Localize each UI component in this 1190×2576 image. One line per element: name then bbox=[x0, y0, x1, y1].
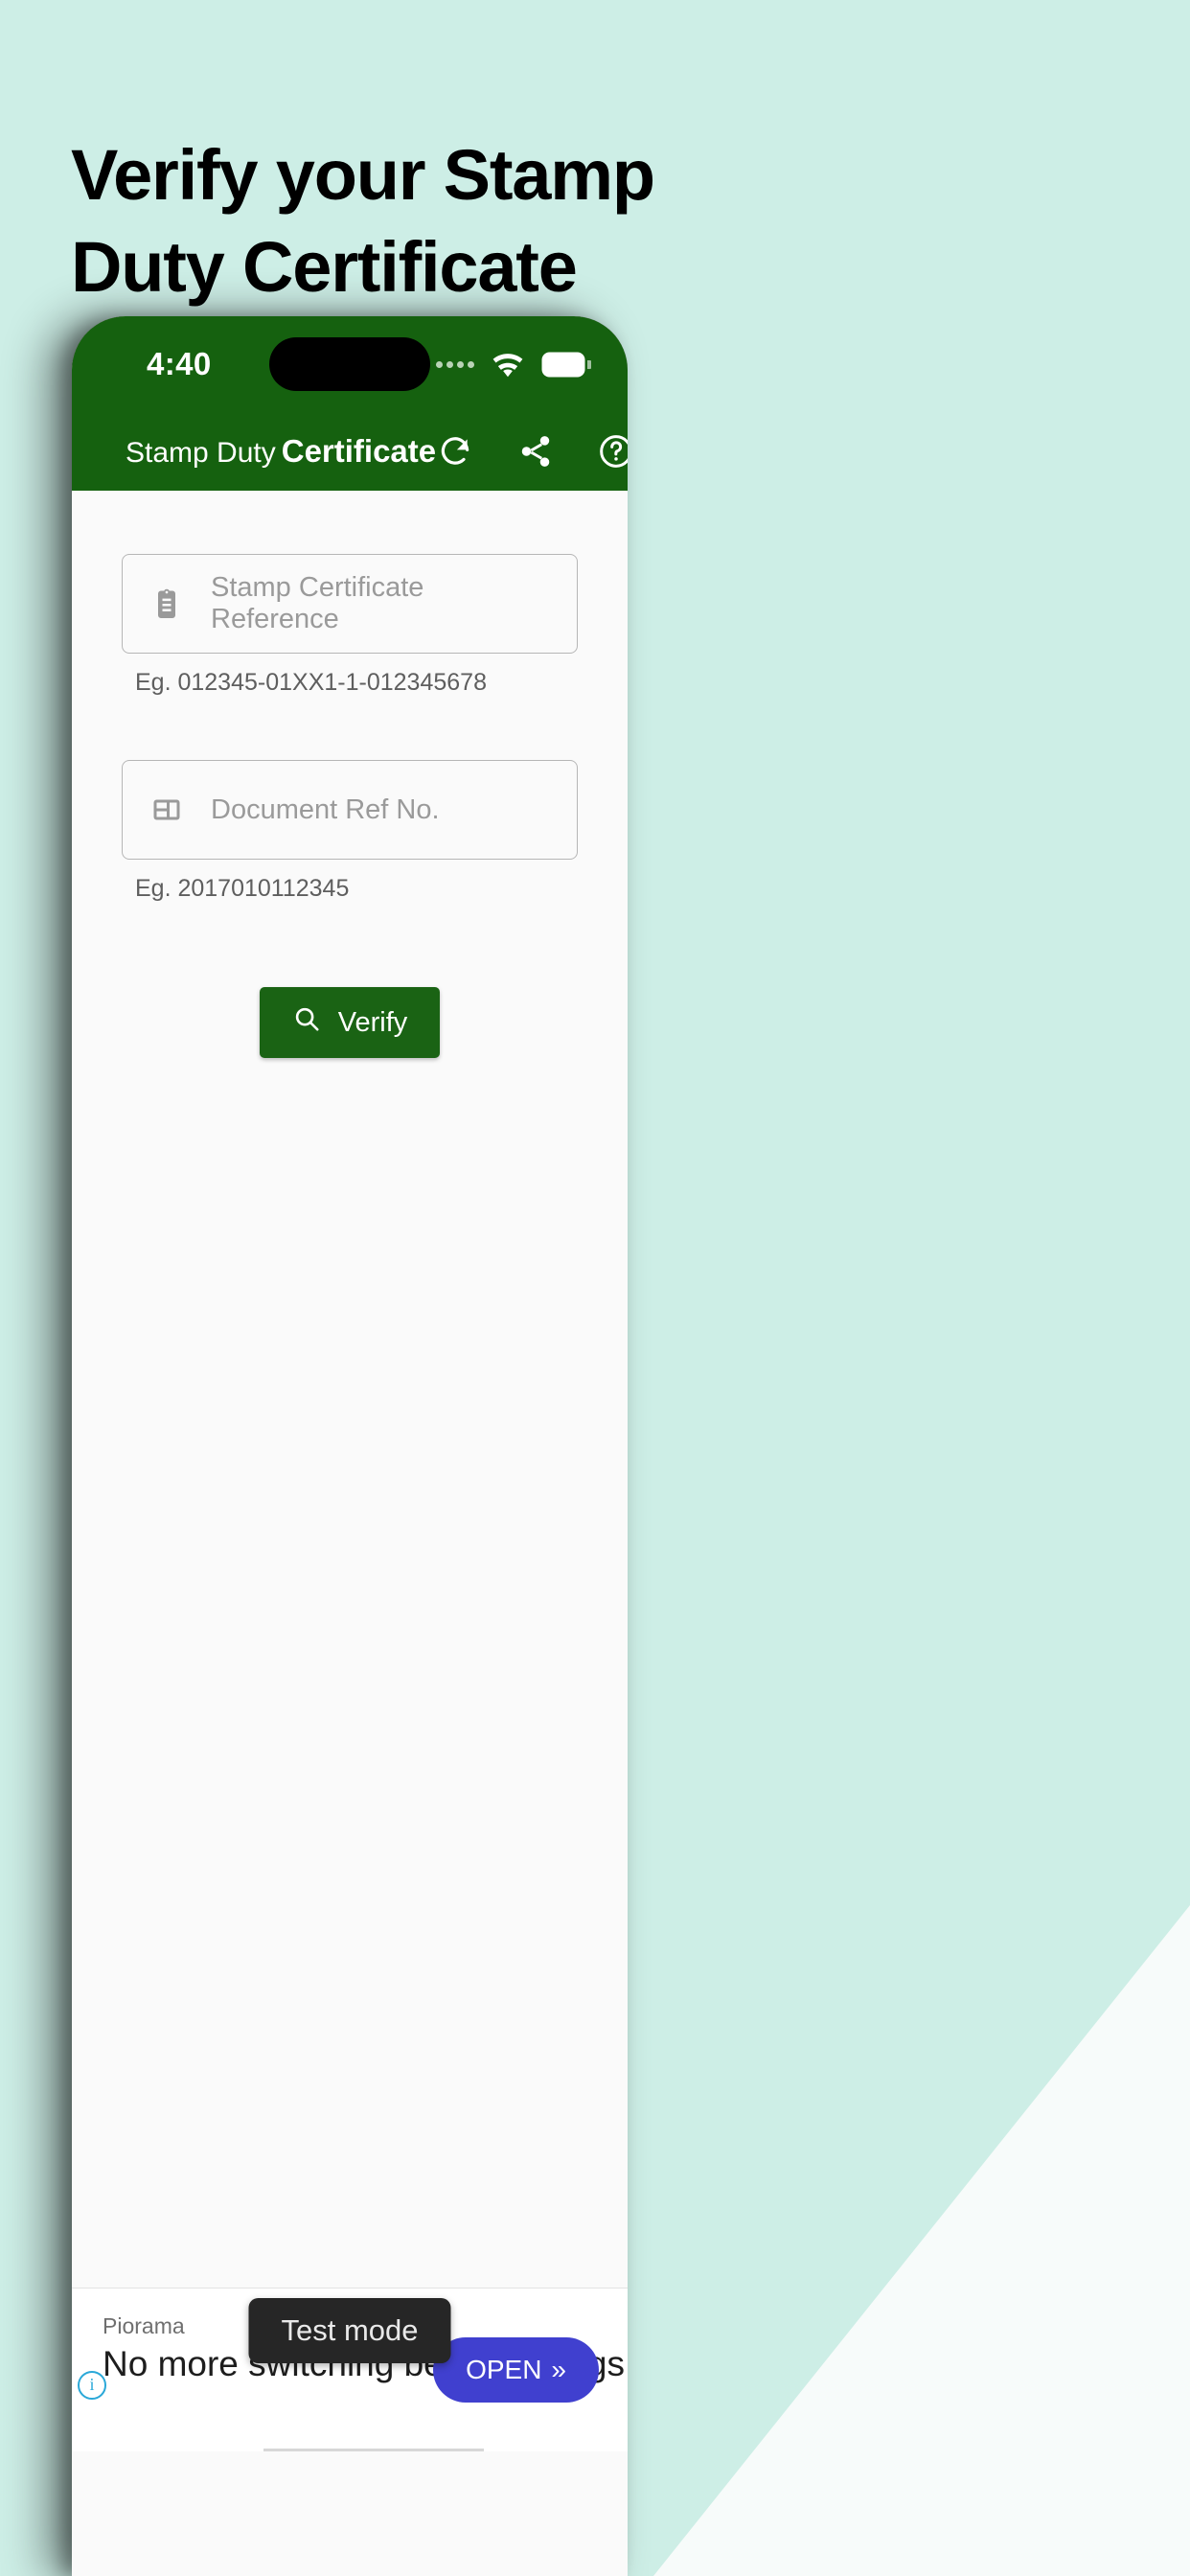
phone-mockup: 4:40 Stamp Duty Certificate Stamp Certif… bbox=[72, 316, 628, 2576]
page-title: Verify your Stamp Duty Certificate bbox=[71, 139, 742, 307]
refresh-icon[interactable] bbox=[436, 432, 474, 471]
wifi-icon bbox=[490, 351, 526, 378]
app-bar-title-bold: Certificate bbox=[281, 433, 437, 469]
test-mode-badge: Test mode bbox=[248, 2298, 451, 2363]
app-bar-actions bbox=[436, 432, 628, 471]
document-ref-no-hint: Eg. 2017010112345 bbox=[135, 875, 350, 902]
stamp-certificate-reference-input[interactable]: Stamp Certificate Reference bbox=[122, 554, 578, 654]
dynamic-island bbox=[269, 337, 430, 391]
verify-button-label: Verify bbox=[337, 1006, 408, 1038]
field-group-document: Document Ref No. Eg. 2017010112345 bbox=[122, 760, 578, 903]
chevron-double-right-icon: » bbox=[551, 2355, 566, 2384]
battery-icon bbox=[541, 352, 591, 378]
background-wedge bbox=[653, 1905, 1190, 2576]
form-content: Stamp Certificate Reference Eg. 012345-0… bbox=[72, 554, 628, 2451]
stamp-certificate-reference-placeholder: Stamp Certificate Reference bbox=[211, 572, 424, 634]
clipboard-icon bbox=[148, 585, 186, 623]
verify-button-row: Verify bbox=[72, 987, 628, 1058]
field-group-certificate: Stamp Certificate Reference Eg. 012345-0… bbox=[122, 554, 578, 697]
document-ref-no-input[interactable]: Document Ref No. bbox=[122, 760, 578, 860]
phone-screen: 4:40 Stamp Duty Certificate Stamp Certif… bbox=[72, 316, 628, 2576]
document-ref-icon bbox=[148, 791, 186, 829]
page-title-line-1: Verify your Stamp bbox=[71, 134, 655, 215]
page-title-line-2: Duty Certificate bbox=[71, 226, 578, 307]
signal-dots-icon bbox=[436, 360, 474, 368]
app-bar: Stamp Duty Certificate bbox=[72, 412, 628, 491]
ad-divider bbox=[263, 2449, 484, 2451]
search-icon bbox=[292, 1004, 321, 1041]
ad-open-label: OPEN bbox=[466, 2355, 542, 2384]
document-ref-no-placeholder: Document Ref No. bbox=[211, 794, 440, 825]
app-bar-title-light: Stamp Duty bbox=[126, 437, 276, 469]
stamp-certificate-reference-hint: Eg. 012345-01XX1-1-012345678 bbox=[135, 669, 487, 696]
help-circle-icon[interactable] bbox=[597, 432, 628, 471]
status-bar-clock: 4:40 bbox=[147, 346, 212, 381]
info-icon[interactable]: i bbox=[78, 2371, 106, 2400]
verify-button[interactable]: Verify bbox=[259, 987, 441, 1058]
status-bar: 4:40 bbox=[72, 316, 628, 412]
share-icon[interactable] bbox=[516, 432, 555, 471]
ad-open-button[interactable]: OPEN » bbox=[433, 2337, 599, 2403]
app-bar-title: Stamp Duty Certificate bbox=[126, 433, 436, 470]
status-bar-indicators bbox=[436, 351, 591, 378]
ad-banner[interactable]: Piorama No more switching between bags i… bbox=[72, 2288, 628, 2451]
